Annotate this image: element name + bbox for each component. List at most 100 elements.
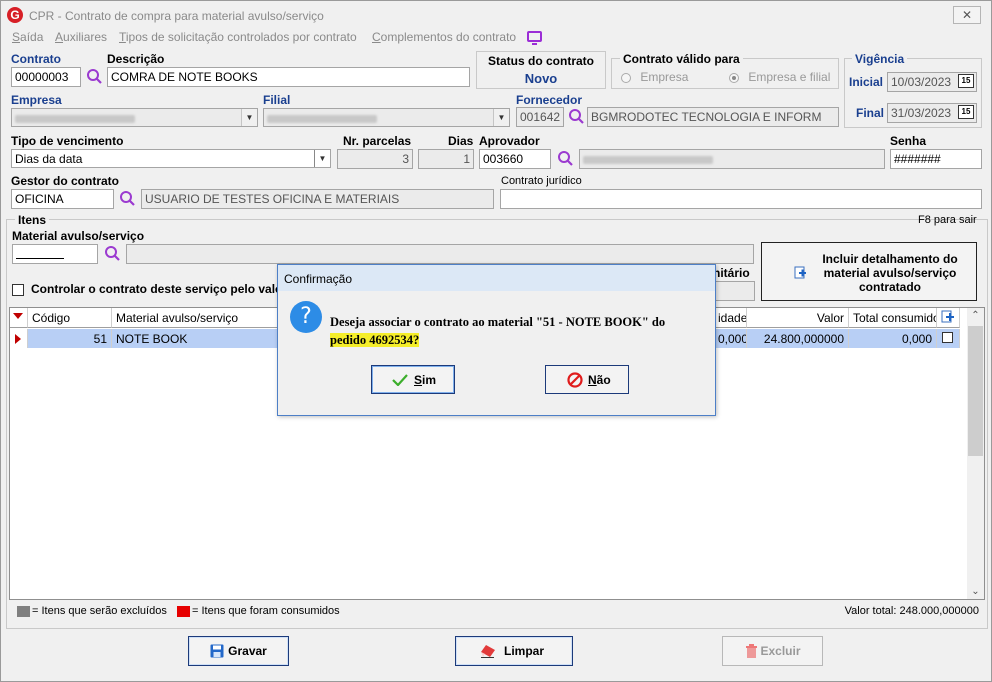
monitor-icon[interactable] — [527, 31, 542, 45]
tipo-venc-select[interactable]: Dias da data ▼ — [11, 149, 331, 168]
status-value: Novo — [524, 71, 558, 86]
limpar-button[interactable]: Limpar — [455, 636, 573, 666]
menu-complementos[interactable]: Complementos do contrato — [372, 30, 516, 44]
menu-tipos-solicitacao[interactable]: Tipos de solicitação controlados por con… — [119, 30, 357, 44]
aprovador-label: Aprovador — [479, 134, 540, 148]
col-codigo[interactable]: Código — [28, 308, 112, 328]
cell-valor[interactable]: 24.800,000000 — [747, 329, 849, 348]
unitario-input[interactable] — [715, 281, 755, 301]
add-document-icon — [941, 310, 954, 323]
status-label: Status do contrato — [487, 54, 594, 68]
scroll-down-icon[interactable]: ⌄ — [967, 586, 984, 597]
empresa-label: Empresa — [11, 93, 62, 107]
radio-empresa[interactable]: Empresa — [621, 70, 688, 84]
legend-gray-swatch — [17, 606, 30, 617]
sort-down-icon — [13, 313, 23, 319]
grid-sort-header[interactable] — [10, 308, 28, 328]
dialog-body: ? Deseja associar o contrato ao material… — [278, 291, 715, 415]
col-material[interactable]: Material avulso/serviço — [112, 308, 280, 328]
excluir-button[interactable]: Excluir — [722, 636, 823, 666]
valido-label: Contrato válido para — [620, 52, 743, 66]
radio-empresa-label: Empresa — [640, 70, 689, 84]
cell-material[interactable]: NOTE BOOK — [112, 329, 280, 348]
check-icon — [392, 374, 408, 386]
yes-button[interactable]: Sim — [371, 365, 455, 394]
dialog-message-line2: pedido 4692534? — [330, 333, 420, 347]
inicial-calendar-icon[interactable]: 15 — [958, 74, 974, 88]
fornecedor-code-input[interactable]: 001642 — [516, 107, 564, 127]
gravar-button[interactable]: Gravar — [188, 636, 289, 666]
controlar-checkbox[interactable] — [12, 284, 24, 296]
descricao-label: Descrição — [107, 52, 165, 66]
close-button[interactable]: ✕ — [953, 6, 981, 24]
menu-auxiliares[interactable]: Auxiliares — [55, 30, 107, 44]
filial-select[interactable]: ▼ — [263, 108, 510, 127]
app-logo-icon: G — [7, 7, 23, 23]
dialog-title: Confirmação — [278, 265, 715, 291]
status-box: Status do contrato Novo — [476, 51, 606, 89]
window-title: CPR - Contrato de compra para material a… — [29, 9, 324, 23]
inicial-date-value: 10/03/2023 — [891, 75, 952, 89]
filial-redacted — [267, 114, 377, 123]
contrato-input[interactable]: 00000003 — [11, 67, 81, 87]
empresa-select[interactable]: ▼ — [11, 108, 258, 127]
controlar-label: Controlar o contrato deste serviço pelo … — [31, 282, 283, 296]
grid-add-column[interactable] — [937, 308, 960, 328]
chevron-down-icon[interactable]: ▼ — [493, 109, 509, 126]
cell-quantidade[interactable]: 0,000 — [714, 329, 747, 348]
incluir-detalhamento-button[interactable]: Incluir detalhamento do material avulso/… — [761, 242, 977, 301]
trash-icon — [746, 644, 757, 658]
row-checkbox[interactable] — [942, 332, 953, 343]
fornecedor-search-icon[interactable] — [568, 108, 585, 125]
senha-label: Senha — [890, 134, 927, 148]
add-document-icon — [794, 266, 806, 279]
excluir-label: Excluir — [760, 644, 801, 658]
chevron-down-icon[interactable]: ▼ — [241, 109, 257, 126]
final-date-value: 31/03/2023 — [891, 106, 952, 120]
no-label: Não — [588, 373, 611, 387]
final-calendar-icon[interactable]: 15 — [958, 105, 974, 119]
radio-empresa-circle — [621, 72, 631, 83]
fornecedor-name-input: BGMRODOTEC TECNOLOGIA E INFORM — [587, 107, 839, 127]
yes-label: Sim — [414, 373, 437, 387]
juridico-label: Contrato jurídico — [501, 175, 582, 187]
dialog-message: Deseja associar o contrato ao material "… — [330, 313, 710, 349]
nr-parcelas-label: Nr. parcelas — [343, 134, 412, 148]
chevron-down-icon[interactable]: ▼ — [314, 150, 330, 167]
gravar-label: Gravar — [228, 644, 267, 658]
grid-scrollbar[interactable]: ⌃ ⌄ — [967, 308, 984, 599]
aprovador-search-icon[interactable] — [557, 150, 574, 167]
cell-total[interactable]: 0,000 — [849, 329, 937, 348]
no-button[interactable]: Não — [545, 365, 629, 394]
limpar-label: Limpar — [503, 644, 544, 658]
material-search-icon[interactable] — [104, 245, 121, 262]
row-indicator[interactable] — [10, 329, 28, 348]
col-valor[interactable]: Valor — [747, 308, 849, 328]
legend-red-swatch — [177, 606, 190, 617]
material-input[interactable] — [12, 244, 98, 264]
unitario-label: nitário — [713, 266, 750, 280]
col-quantidade[interactable]: idade — [714, 308, 747, 328]
aprovador-input[interactable]: 003660 — [479, 149, 551, 169]
cell-check[interactable] — [937, 329, 960, 348]
gestor-search-icon[interactable] — [119, 190, 136, 207]
valor-total: Valor total: 248.000,000000 — [844, 605, 979, 617]
radio-empresa-filial[interactable]: Empresa e filial — [729, 70, 830, 84]
gestor-input[interactable]: OFICINA — [11, 189, 114, 209]
incluir-line2: material avulso/serviço — [823, 266, 957, 280]
scroll-up-icon[interactable]: ⌃ — [967, 310, 984, 321]
menu-bar: Saída Auxiliares Tipos de solicitação co… — [1, 27, 991, 49]
juridico-input[interactable] — [500, 189, 982, 209]
final-label: Final — [856, 106, 885, 120]
descricao-input[interactable]: COMRA DE NOTE BOOKS — [107, 67, 470, 87]
filial-label: Filial — [263, 93, 291, 107]
text-cursor — [16, 247, 64, 259]
scroll-thumb[interactable] — [968, 326, 983, 456]
col-total-consumido[interactable]: Total consumido — [849, 308, 937, 328]
dias-input: 1 — [418, 149, 474, 169]
eraser-icon — [481, 645, 495, 658]
contrato-search-icon[interactable] — [86, 68, 103, 85]
senha-input[interactable]: ####### — [890, 149, 982, 169]
cell-codigo[interactable]: 51 — [28, 329, 112, 348]
menu-saida[interactable]: Saída — [12, 30, 43, 44]
